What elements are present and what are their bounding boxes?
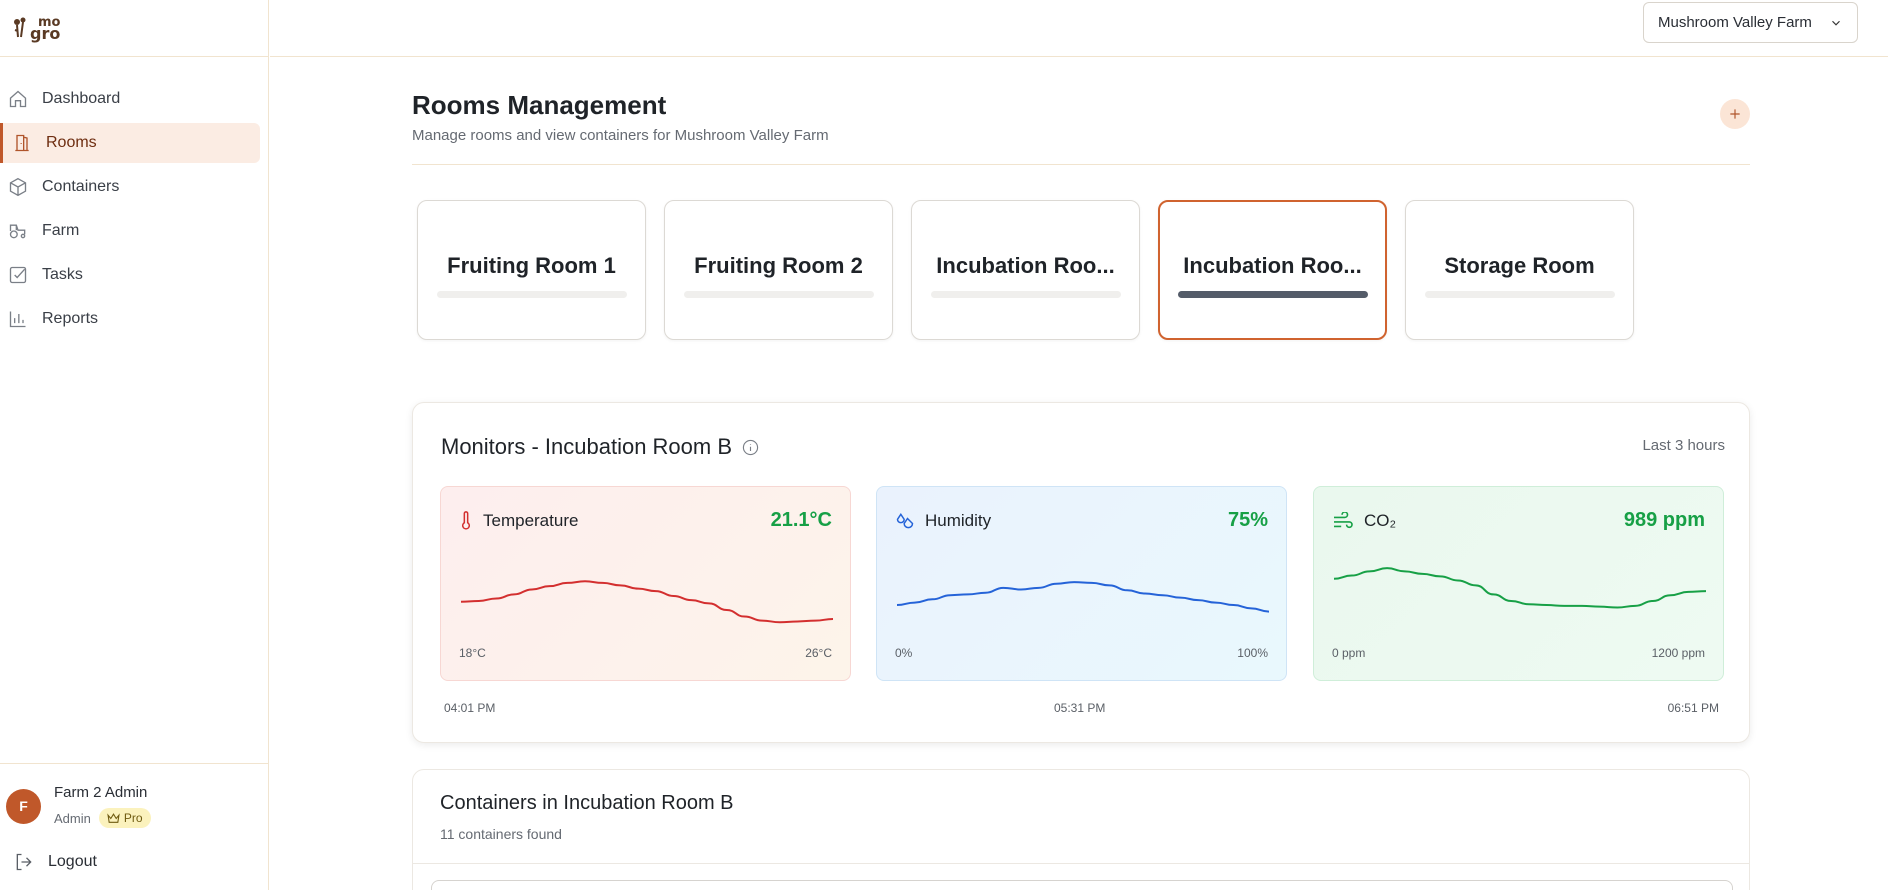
thermometer-icon — [461, 511, 471, 530]
sidebar-item-label: Dashboard — [42, 90, 121, 107]
sidebar-item-label: Containers — [42, 178, 120, 195]
metric-max: 100% — [1237, 646, 1268, 660]
room-bar — [1177, 290, 1368, 298]
tractor-icon — [8, 221, 28, 241]
farm-select[interactable]: Mushroom Valley Farm — [1643, 2, 1858, 43]
room-name: Fruiting Room 1 — [447, 252, 616, 278]
logo-line2: gro — [30, 24, 61, 43]
topbar: Mushroom Valley Farm — [270, 0, 1888, 57]
plus-icon — [1730, 109, 1740, 119]
metric-min: 0% — [895, 646, 913, 660]
bar-chart-icon — [8, 309, 28, 329]
user-name: Farm 2 Admin — [54, 784, 148, 801]
home-icon — [8, 89, 28, 109]
logout-icon — [16, 853, 32, 871]
metric-value: 75% — [1227, 509, 1268, 531]
sparkline-path — [896, 581, 1270, 613]
room-card[interactable]: Storage Room — [1405, 200, 1634, 340]
page-subtitle: Manage rooms and view containers for Mus… — [412, 127, 829, 144]
user-role: Admin — [54, 810, 91, 826]
user-block: F Farm 2 Admin Admin Pro Logout — [0, 763, 269, 890]
temperature-card[interactable]: Temperature 21.1°C 18°C 26°C — [440, 486, 851, 681]
humidity-card[interactable]: Humidity 75% 0% 100% — [876, 486, 1287, 681]
sidebar-item-farm[interactable]: Farm — [0, 211, 260, 251]
time-label-mid: 05:31 PM — [1054, 701, 1106, 715]
sidebar-item-reports[interactable]: Reports — [0, 299, 260, 339]
crown-icon — [107, 812, 120, 823]
metric-min: 18°C — [459, 646, 486, 660]
checkbox-icon — [8, 265, 28, 285]
droplets-icon — [896, 512, 914, 529]
plan-badge: Pro — [98, 808, 151, 828]
room-card[interactable]: Incubation Roo... — [911, 200, 1140, 340]
sidebar-nav: Dashboard Rooms Containers Farm Tasks Re… — [0, 57, 268, 339]
farm-select-value: Mushroom Valley Farm — [1658, 14, 1812, 31]
page-title: Rooms Management — [412, 90, 667, 120]
page-header: Rooms Management Manage rooms and view c… — [412, 57, 1750, 165]
plan-label: Pro — [123, 811, 143, 825]
sidebar-item-rooms[interactable]: Rooms — [0, 123, 260, 163]
sparkline-path — [460, 580, 834, 624]
room-name: Incubation Roo... — [936, 252, 1115, 278]
sidebar: mo gro Dashboard Rooms Containers Farm T… — [0, 0, 269, 890]
main-content: Rooms Management Manage rooms and view c… — [412, 57, 1750, 890]
room-bar — [436, 290, 627, 298]
logout-button[interactable]: Logout — [6, 852, 261, 872]
search-box — [431, 880, 1733, 890]
temperature-sparkline — [460, 580, 834, 624]
sidebar-item-label: Rooms — [46, 134, 97, 151]
room-name: Fruiting Room 2 — [694, 252, 863, 278]
room-name: Incubation Roo... — [1183, 252, 1362, 278]
chevron-down-icon — [1832, 20, 1840, 26]
containers-title: Containers in Incubation Room B — [440, 792, 734, 814]
monitors-panel: Monitors - Incubation Room B Last 3 hour… — [412, 402, 1750, 743]
divider — [413, 863, 1749, 864]
monitors-title: Monitors - Incubation Room B — [441, 434, 733, 459]
metric-value: 21.1°C — [770, 509, 832, 531]
metric-label: Humidity — [925, 511, 992, 530]
logo[interactable]: mo gro — [12, 16, 61, 43]
sidebar-item-tasks[interactable]: Tasks — [0, 255, 260, 295]
monitors-range: Last 3 hours — [1642, 437, 1725, 454]
info-icon[interactable] — [742, 439, 759, 456]
sidebar-item-label: Reports — [42, 310, 99, 327]
mushroom-logo-icon — [14, 17, 26, 38]
containers-count: 11 containers found — [440, 826, 562, 842]
co2-sparkline — [1333, 567, 1707, 609]
door-icon — [12, 133, 32, 153]
room-name: Storage Room — [1444, 252, 1595, 278]
box-icon — [8, 177, 28, 197]
metric-max: 1200 ppm — [1651, 646, 1705, 660]
sparkline-path — [1333, 567, 1707, 609]
metric-max: 26°C — [805, 646, 832, 660]
room-cards: Fruiting Room 1 Fruiting Room 2 Incubati… — [412, 165, 1750, 378]
sidebar-item-dashboard[interactable]: Dashboard — [0, 79, 260, 119]
wind-icon — [1334, 512, 1353, 529]
room-card[interactable]: Fruiting Room 2 — [664, 200, 893, 340]
user-profile[interactable]: F Farm 2 Admin Admin Pro — [6, 784, 261, 828]
time-label-end: 06:51 PM — [1667, 701, 1719, 715]
time-label-start: 04:01 PM — [444, 701, 496, 715]
sidebar-item-label: Tasks — [42, 266, 83, 283]
metric-value: 989 ppm — [1623, 509, 1705, 531]
sidebar-item-containers[interactable]: Containers — [0, 167, 260, 207]
avatar: F — [6, 788, 41, 824]
logo-area: mo gro — [0, 0, 268, 57]
logout-label: Logout — [48, 853, 97, 870]
room-card-selected[interactable]: Incubation Roo... — [1158, 200, 1387, 340]
room-card[interactable]: Fruiting Room 1 — [417, 200, 646, 340]
metric-min: 0 ppm — [1332, 646, 1366, 660]
co2-card[interactable]: CO₂ 989 ppm 0 ppm 1200 ppm — [1313, 486, 1724, 681]
room-bar — [683, 290, 874, 298]
metric-label: Temperature — [483, 511, 579, 530]
humidity-sparkline — [896, 581, 1270, 613]
sidebar-item-label: Farm — [42, 222, 80, 239]
containers-panel: Containers in Incubation Room B 11 conta… — [412, 769, 1750, 890]
room-bar — [1424, 290, 1615, 298]
metric-label: CO₂ — [1364, 511, 1397, 530]
room-bar — [930, 290, 1121, 298]
add-room-button[interactable] — [1720, 99, 1750, 129]
